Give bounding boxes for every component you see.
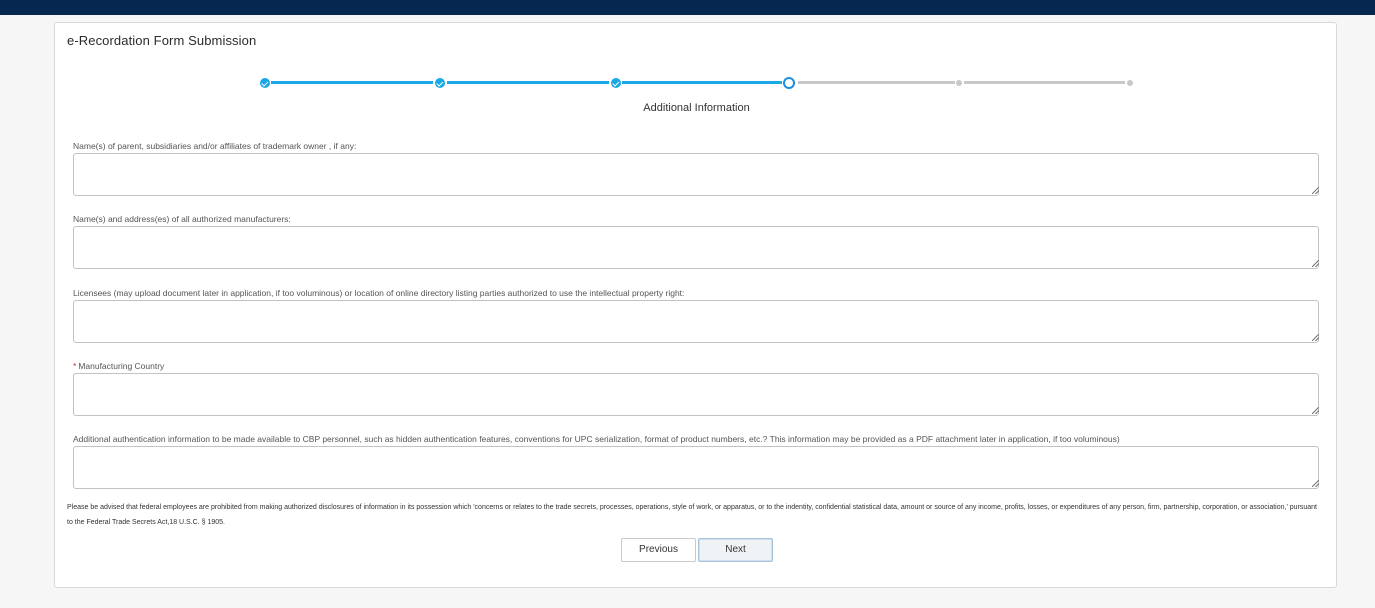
progress-segment-1	[271, 81, 433, 84]
progress-segment-4	[798, 81, 955, 84]
authentication-info-label: Additional authentication information to…	[73, 434, 1120, 444]
current-step-label: Additional Information	[643, 102, 750, 114]
parent-affiliates-label: Name(s) of parent, subsidiaries and/or a…	[73, 141, 357, 151]
progress-segment-3	[622, 81, 782, 84]
manufacturing-country-label: * Manufacturing Country	[73, 361, 164, 371]
progress-segment-2	[447, 81, 609, 84]
authorized-manufacturers-textarea[interactable]	[73, 226, 1319, 269]
form-card: e-Recordation Form Submission Additional…	[54, 22, 1337, 588]
licensees-textarea[interactable]	[73, 300, 1319, 343]
authentication-info-textarea[interactable]	[73, 446, 1319, 489]
licensees-label: Licensees (may upload document later in …	[73, 288, 685, 298]
progress-segment-5	[964, 81, 1125, 84]
step-1-complete-check-icon[interactable]	[260, 78, 270, 88]
top-header-bar	[0, 0, 1375, 15]
step-4-current-indicator[interactable]	[783, 77, 795, 89]
step-5-incomplete-dot	[956, 80, 962, 86]
parent-affiliates-textarea[interactable]	[73, 153, 1319, 196]
manufacturing-country-label-text: Manufacturing Country	[78, 361, 165, 371]
previous-button[interactable]: Previous	[621, 538, 696, 562]
required-asterisk: *	[73, 361, 77, 371]
trade-secrets-disclaimer: Please be advised that federal employees…	[67, 504, 1317, 526]
step-2-complete-check-icon[interactable]	[435, 78, 445, 88]
next-button[interactable]: Next	[698, 538, 773, 562]
progress-stepper: Additional Information	[55, 23, 1336, 123]
manufacturing-country-textarea[interactable]	[73, 373, 1319, 416]
authorized-manufacturers-label: Name(s) and address(es) of all authorize…	[73, 214, 291, 224]
step-6-incomplete-dot	[1127, 80, 1133, 86]
step-3-complete-check-icon[interactable]	[611, 78, 621, 88]
